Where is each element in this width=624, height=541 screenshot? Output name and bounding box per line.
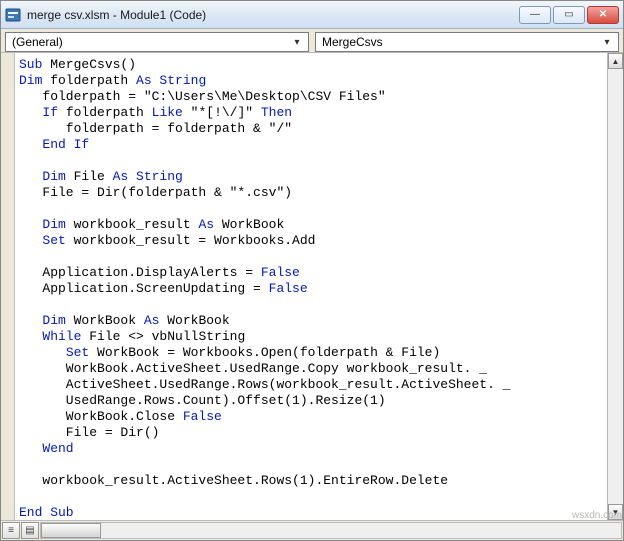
code-line: Set WorkBook = Workbooks.Open(folderpath… [19,345,605,361]
code-line: WorkBook.ActiveSheet.UsedRange.Copy work… [19,361,605,377]
code-line: If folderpath Like "*[!\/]" Then [19,105,605,121]
code-line [19,153,605,169]
code-line: WorkBook.Close False [19,409,605,425]
code-line: Dim File As String [19,169,605,185]
maximize-button[interactable]: ▭ [553,6,585,24]
scrollbar-thumb[interactable] [41,523,101,538]
procedure-dropdown-value: MergeCsvs [322,35,383,49]
code-line: Application.DisplayAlerts = False [19,265,605,281]
code-pane: Sub MergeCsvs()Dim folderpath As String … [1,53,623,520]
code-line: End Sub [19,505,605,520]
procedure-dropdown[interactable]: MergeCsvs ▾ [315,32,619,52]
code-line: Dim folderpath As String [19,73,605,89]
code-line: Set workbook_result = Workbooks.Add [19,233,605,249]
watermark: wsxdn.com [572,510,622,521]
code-editor[interactable]: Sub MergeCsvs()Dim folderpath As String … [15,53,607,520]
object-dropdown-value: (General) [12,35,63,49]
window-title: merge csv.xlsm - Module1 (Code) [27,8,517,22]
code-line: workbook_result.ActiveSheet.Rows(1).Enti… [19,473,605,489]
scroll-up-arrow-icon[interactable]: ▲ [608,53,623,69]
scrollbar-track[interactable] [608,69,623,504]
code-line: File = Dir() [19,425,605,441]
chevron-down-icon: ▾ [600,37,614,48]
title-bar: merge csv.xlsm - Module1 (Code) — ▭ ✕ [1,1,623,29]
code-line: End If [19,137,605,153]
code-line: Dim WorkBook As WorkBook [19,313,605,329]
minimize-button[interactable]: — [519,6,551,24]
status-bar: ≡ ▤ [1,520,623,540]
margin-indicator-bar [1,53,15,520]
code-line [19,297,605,313]
vertical-scrollbar[interactable]: ▲ ▼ [607,53,623,520]
procedure-view-button[interactable]: ≡ [2,522,20,539]
code-line: While File <> vbNullString [19,329,605,345]
code-line [19,457,605,473]
code-line: ActiveSheet.UsedRange.Rows(workbook_resu… [19,377,605,393]
close-button[interactable]: ✕ [587,6,619,24]
chevron-down-icon: ▾ [290,37,304,48]
code-line: UsedRange.Rows.Count).Offset(1).Resize(1… [19,393,605,409]
code-line: folderpath = "C:\Users\Me\Desktop\CSV Fi… [19,89,605,105]
app-icon [5,7,21,23]
code-line: Application.ScreenUpdating = False [19,281,605,297]
window-controls: — ▭ ✕ [517,6,619,24]
code-line [19,249,605,265]
object-procedure-bar: (General) ▾ MergeCsvs ▾ [1,29,623,53]
code-line: Dim workbook_result As WorkBook [19,217,605,233]
code-line [19,489,605,505]
object-dropdown[interactable]: (General) ▾ [5,32,309,52]
code-line [19,201,605,217]
code-line: folderpath = folderpath & "/" [19,121,605,137]
horizontal-scrollbar[interactable] [40,522,622,539]
full-module-view-button[interactable]: ▤ [21,522,39,539]
code-line: Wend [19,441,605,457]
code-line: Sub MergeCsvs() [19,57,605,73]
code-line: File = Dir(folderpath & "*.csv") [19,185,605,201]
